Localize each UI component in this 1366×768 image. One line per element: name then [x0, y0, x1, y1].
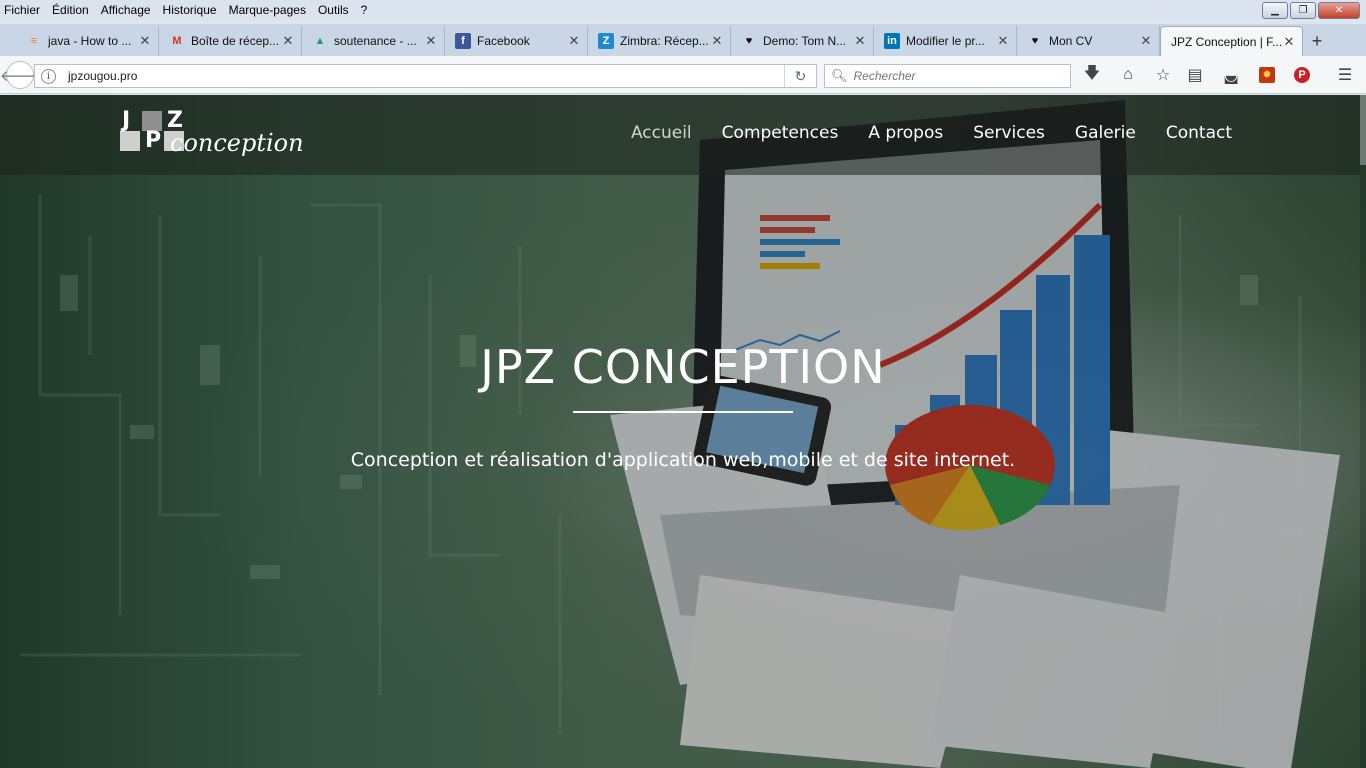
close-tab-icon[interactable]: ✕ [138, 33, 152, 49]
bookmarks-list-icon[interactable]: ▤ [1184, 65, 1206, 85]
drive-icon: ▲ [314, 35, 326, 47]
site-navigation: Accueil Competences A propos Services Ga… [601, 123, 1232, 143]
nav-contact[interactable]: Contact [1166, 123, 1232, 143]
menu-fichier[interactable]: Fichier [4, 3, 40, 17]
pinterest-icon[interactable]: P [1291, 65, 1313, 85]
nav-accueil[interactable]: Accueil [631, 123, 692, 143]
search-bar[interactable]: 🔍︎ [824, 64, 1071, 88]
search-icon: 🔍︎ [831, 68, 848, 83]
menu-marque-pages[interactable]: Marque-pages [229, 3, 306, 17]
bookmark-star-icon[interactable]: ☆ [1152, 65, 1174, 85]
tab-title: soutenance - ... [334, 34, 417, 48]
tab-title: Zimbra: Récep... [620, 34, 709, 48]
download-icon[interactable]: 🡇 [1081, 65, 1103, 85]
nav-competences[interactable]: Competences [722, 123, 839, 143]
window-controls: ▁ ❐ ✕ [1260, 2, 1360, 19]
menu-affichage[interactable]: Affichage [101, 3, 151, 17]
zimbra-icon: Z [598, 33, 614, 49]
extension-icon[interactable]: ✹ [1256, 65, 1278, 85]
pocket-icon[interactable]: ◛ [1220, 65, 1242, 85]
close-tab-icon[interactable]: ✕ [710, 33, 724, 49]
minimize-button[interactable]: ▁ [1262, 2, 1288, 19]
scrollbar-thumb[interactable] [1360, 95, 1366, 165]
menu-outils[interactable]: Outils [318, 3, 349, 17]
info-icon[interactable]: i [41, 68, 56, 84]
stackoverflow-icon: ≡ [30, 35, 38, 47]
logo-letter: Z [167, 108, 183, 133]
tab-zimbra[interactable]: Z Zimbra: Récep... ✕ [588, 26, 731, 56]
tab-title: Boîte de récep... [191, 34, 280, 48]
url-bar[interactable]: i jpzougou.pro ↻ [34, 64, 817, 88]
navigation-bar: 🡐 i jpzougou.pro ↻ 🔍︎ 🡇 ⌂ ☆ ▤ ◛ ✹ P ☰ [0, 56, 1366, 94]
close-tab-icon[interactable]: ✕ [853, 33, 867, 49]
close-tab-icon[interactable]: ✕ [567, 33, 581, 49]
nav-services[interactable]: Services [973, 123, 1045, 143]
logo-script: conception [170, 129, 304, 157]
tab-mon-cv[interactable]: ♥ Mon CV ✕ [1017, 26, 1160, 56]
hero-subtitle: Conception et réalisation d'application … [350, 449, 1016, 471]
tab-jpz-conception[interactable]: JPZ Conception | F... ✕ [1160, 26, 1303, 56]
tab-demo[interactable]: ♥ Demo: Tom N... ✕ [731, 26, 874, 56]
gmail-icon: M [172, 35, 182, 47]
tab-title: java - How to ... [48, 34, 132, 48]
tab-title: Mon CV [1049, 34, 1093, 48]
heart-icon: ♥ [1031, 35, 1039, 47]
close-tab-icon[interactable]: ✕ [1139, 33, 1153, 49]
site-header: J Z P conception Accueil Competences A p… [0, 95, 1360, 175]
page-scrollbar[interactable] [1360, 95, 1366, 768]
web-page: J Z P conception Accueil Competences A p… [0, 95, 1366, 768]
tab-bar: ≡ java - How to ... ✕ M Boîte de récep..… [0, 24, 1366, 56]
close-window-button[interactable]: ✕ [1318, 2, 1360, 19]
search-input[interactable] [853, 69, 1054, 83]
close-tab-icon[interactable]: ✕ [996, 33, 1010, 49]
menu-help[interactable]: ? [361, 3, 368, 17]
new-tab-button[interactable]: + [1303, 26, 1331, 56]
tab-drive[interactable]: ▲ soutenance - ... ✕ [302, 26, 445, 56]
tab-linkedin[interactable]: in Modifier le pr... ✕ [874, 26, 1017, 56]
tab-gmail[interactable]: M Boîte de récep... ✕ [159, 26, 302, 56]
tab-java[interactable]: ≡ java - How to ... ✕ [16, 26, 159, 56]
close-tab-icon[interactable]: ✕ [1282, 34, 1296, 50]
back-button[interactable]: 🡐 [0, 61, 40, 89]
site-logo[interactable]: J Z P conception [120, 108, 310, 161]
menu-historique[interactable]: Historique [163, 3, 217, 17]
url-text[interactable]: jpzougou.pro [68, 69, 137, 83]
tab-title: JPZ Conception | F... [1171, 34, 1282, 49]
menu-bar: Fichier Édition Affichage Historique Mar… [0, 0, 1366, 20]
close-tab-icon[interactable]: ✕ [281, 33, 295, 49]
home-icon[interactable]: ⌂ [1117, 65, 1139, 85]
tab-title: Facebook [477, 34, 530, 48]
logo-letter: P [145, 128, 162, 153]
linkedin-icon: in [884, 33, 900, 49]
hero-title: JPZ CONCEPTION [480, 340, 886, 394]
restore-button[interactable]: ❐ [1290, 2, 1316, 19]
reload-icon[interactable]: ↻ [784, 65, 816, 87]
tab-title: Modifier le pr... [906, 34, 985, 48]
nav-galerie[interactable]: Galerie [1075, 123, 1136, 143]
nav-a-propos[interactable]: A propos [868, 123, 943, 143]
facebook-icon: f [455, 33, 471, 49]
hero-overlay [0, 95, 1366, 768]
hero-divider [573, 411, 793, 413]
logo-letter: J [122, 108, 131, 133]
tab-title: Demo: Tom N... [763, 34, 847, 48]
menu-hamburger-icon[interactable]: ☰ [1334, 65, 1356, 85]
close-tab-icon[interactable]: ✕ [424, 33, 438, 49]
menu-edition[interactable]: Édition [52, 3, 89, 17]
heart-icon: ♥ [745, 35, 753, 47]
tab-facebook[interactable]: f Facebook ✕ [445, 26, 588, 56]
